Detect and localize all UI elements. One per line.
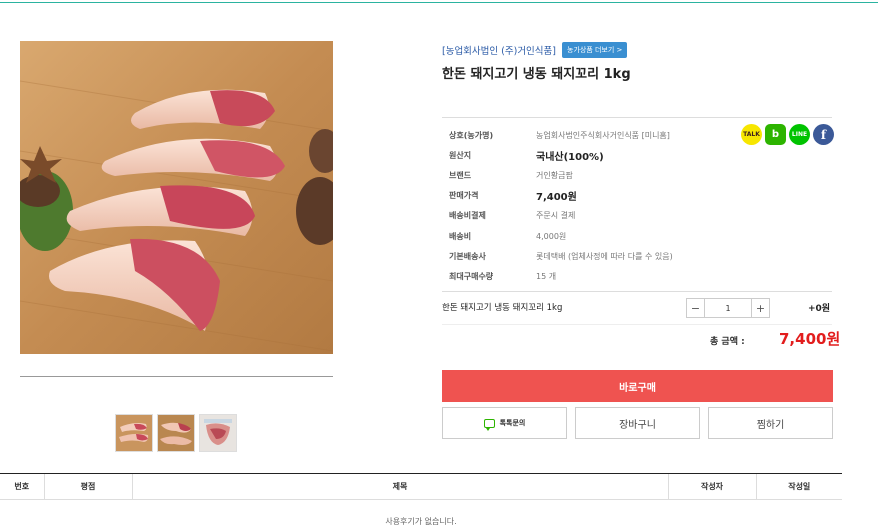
info-value: 4,000원 [536, 231, 567, 241]
image-divider [20, 376, 333, 377]
blog-share-icon[interactable]: b [765, 124, 786, 145]
total-price: 7,400원 [779, 330, 841, 348]
review-col-rating: 평점 [43, 473, 132, 500]
info-row-carrier: 기본배송사 롯데택배 (업체사정에 따라 다를 수 있음) [449, 246, 739, 266]
product-main-image [20, 41, 333, 354]
farm-row: [농업회사법인 (주)거인식품] 농가상품 더보기 > [442, 42, 628, 58]
farm-more-button[interactable]: 농가상품 더보기 > [562, 42, 628, 58]
info-label: 최대구매수량 [449, 271, 494, 281]
info-row-brand: 브랜드 거인황금팜 [449, 165, 739, 185]
info-value: 15 개 [536, 271, 557, 281]
talk-icon [483, 418, 495, 431]
quantity-increase-button[interactable]: + [751, 299, 769, 317]
quantity-decrease-button[interactable]: − [687, 299, 705, 317]
info-label: 브랜드 [449, 170, 472, 180]
info-row-max-qty: 최대구매수량 15 개 [449, 266, 739, 286]
wishlist-button[interactable]: 찜하기 [708, 407, 833, 439]
line-share-icon[interactable]: LINE [789, 124, 810, 145]
info-row-price: 판매가격 7,400원 [449, 186, 739, 206]
review-empty-message: 사용후기가 없습니다. [385, 517, 457, 526]
review-table: 번호 평점 제목 작성자 작성일 [0, 473, 842, 500]
cart-button[interactable]: 장바구니 [575, 407, 700, 439]
talk-inquiry-button[interactable]: 톡톡문의 [442, 407, 567, 439]
info-row-shipping-payment: 배송비결제 주문시 결제 [449, 206, 739, 226]
share-icons: TALK b LINE f [741, 124, 834, 145]
product-title: 한돈 돼지고기 냉동 돼지꼬리 1kg [442, 67, 631, 82]
info-divider [442, 117, 832, 118]
info-label: 판매가격 [449, 191, 479, 201]
info-row-company: 상호(농가명) 농업회사법인주식회사거인식품 [미니홈] [449, 125, 739, 145]
info-label: 상호(농가명) [449, 130, 494, 140]
buy-now-button[interactable]: 바로구매 [442, 370, 833, 402]
review-col-author: 작성자 [667, 473, 756, 500]
review-header-row: 번호 평점 제목 작성자 작성일 [0, 473, 842, 500]
info-value: 롯데택배 (업체사정에 따라 다를 수 있음) [536, 251, 673, 261]
product-photo [20, 41, 333, 354]
thumbnail-list [115, 414, 237, 452]
info-value: 7,400원 [536, 192, 577, 204]
info-value: 국내산(100%) [536, 151, 604, 163]
review-col-title: 제목 [131, 473, 668, 500]
info-label: 기본배송사 [449, 251, 486, 261]
total-label: 총 금액 : [710, 337, 745, 347]
thumbnail-3[interactable] [199, 414, 237, 452]
info-label: 원산지 [449, 150, 472, 160]
product-info-table: 상호(농가명) 농업회사법인주식회사거인식품 [미니홈] 원산지 국내산(100… [449, 125, 739, 287]
info-label: 배송비결제 [449, 211, 486, 221]
talk-inquiry-label: 톡톡문의 [499, 419, 526, 427]
info-row-origin: 원산지 국내산(100%) [449, 145, 739, 165]
review-col-number: 번호 [0, 473, 44, 500]
top-divider [0, 2, 878, 3]
quantity-stepper: − + [686, 298, 770, 318]
info-value: 거인황금팜 [536, 170, 573, 180]
farm-name[interactable]: [농업회사법인 (주)거인식품] [442, 43, 556, 57]
option-name: 한돈 돼지고기 냉동 돼지꼬리 1kg [442, 303, 563, 313]
thumbnail-2[interactable] [157, 414, 195, 452]
option-bottom-divider [442, 324, 832, 325]
option-price: +0원 [808, 304, 831, 314]
info-value: 주문시 결제 [536, 211, 576, 221]
option-divider [442, 291, 832, 292]
facebook-share-icon[interactable]: f [813, 124, 834, 145]
info-row-shipping-fee: 배송비 4,000원 [449, 226, 739, 246]
thumbnail-1[interactable] [115, 414, 153, 452]
info-label: 배송비 [449, 231, 472, 241]
quantity-input[interactable] [705, 299, 751, 317]
review-col-date: 작성일 [755, 473, 842, 500]
kakaotalk-share-icon[interactable]: TALK [741, 124, 762, 145]
info-value[interactable]: 농업회사법인주식회사거인식품 [미니홈] [536, 130, 670, 141]
